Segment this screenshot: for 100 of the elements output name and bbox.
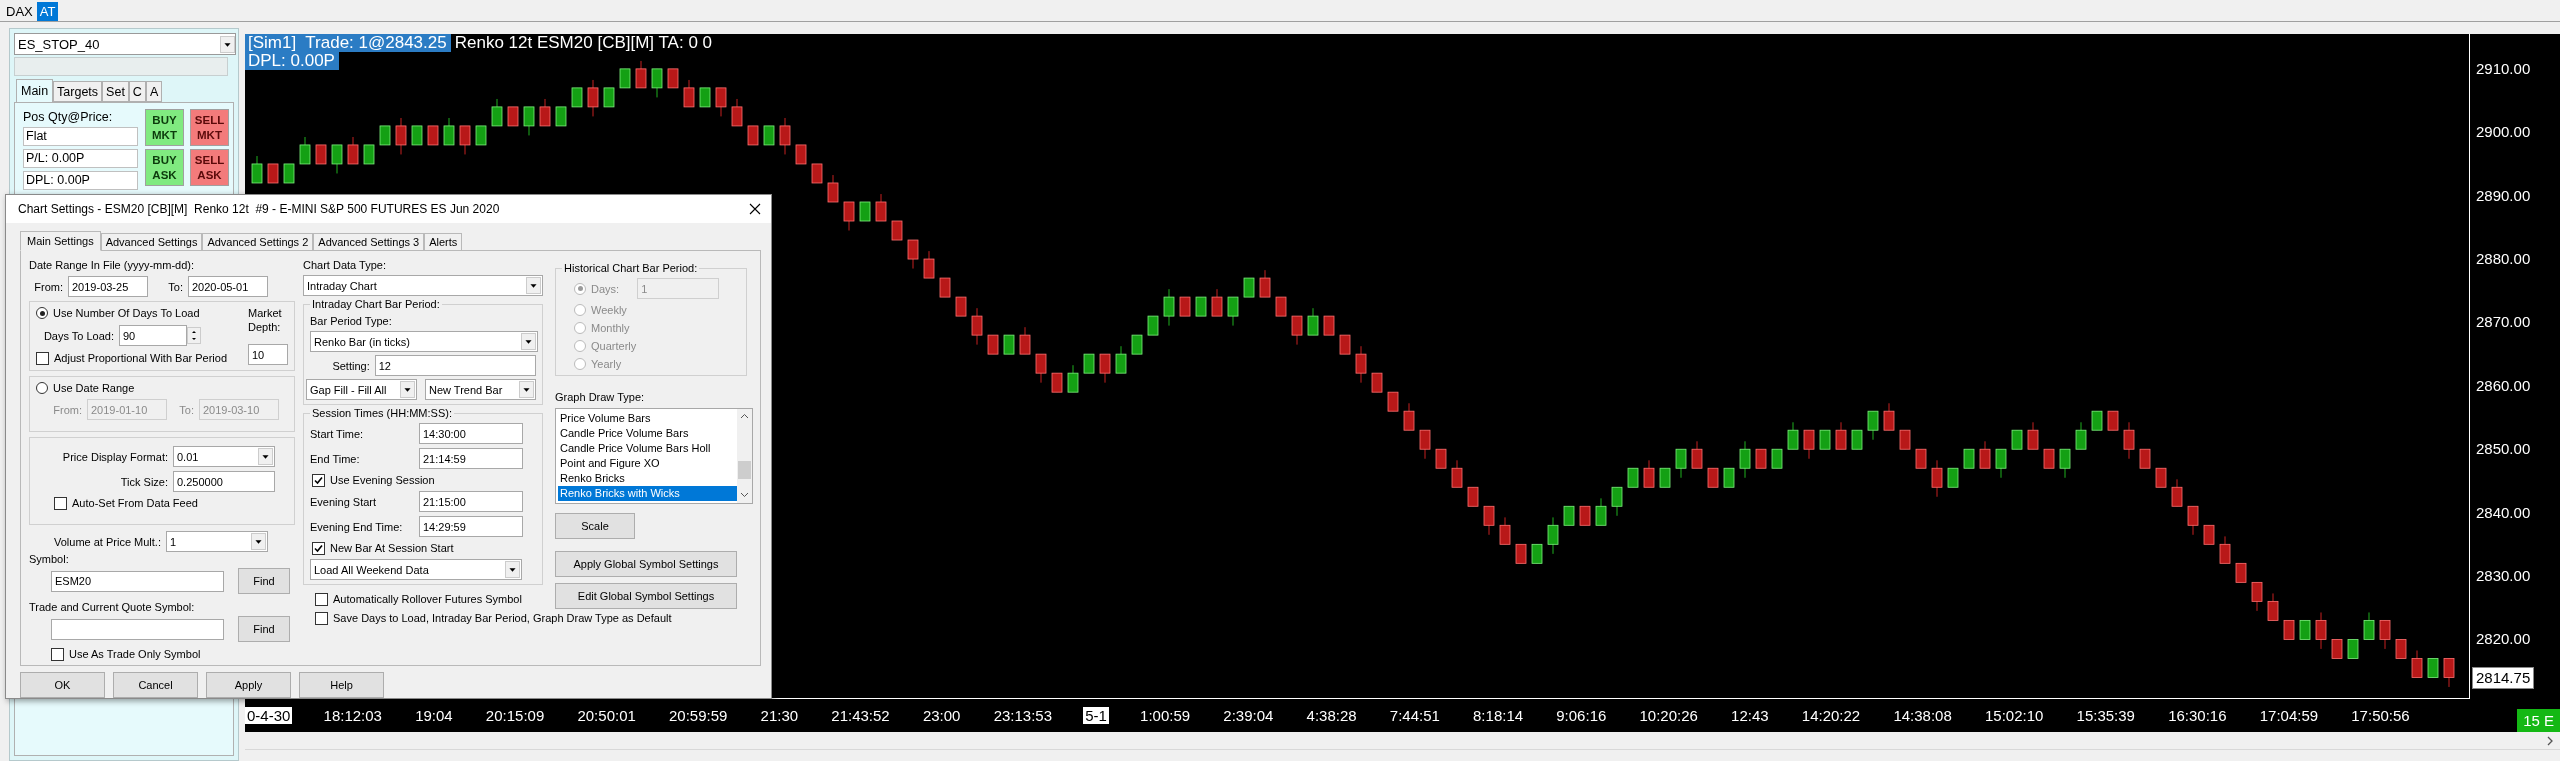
radio-button[interactable] [36,307,48,319]
candle [1259,269,1271,298]
candle [1947,467,1959,488]
field-label: Days To Load: [42,328,114,343]
global-settings-button[interactable]: Apply Global Symbol Settings [555,551,737,577]
time-label: 16:30:16 [2167,707,2228,724]
close-icon[interactable] [749,203,761,215]
spinner-icon[interactable] [187,327,201,344]
candle [427,125,439,146]
buy-button[interactable]: BUY MKT [145,109,184,146]
price-label: 2900.00 [2476,123,2531,142]
find-button[interactable]: Find [238,568,290,594]
radio-label: Use Number Of Days To Load [53,306,200,320]
dropdown[interactable]: Load All Weekend Data [310,559,522,580]
text-field[interactable]: 0.250000 [173,471,275,492]
candle [1163,288,1175,327]
candle [923,250,935,279]
field-label: Evening Start [310,494,378,509]
candle [2379,619,2391,650]
list-item[interactable]: Renko Bricks [558,471,737,486]
panel-tab[interactable]: Set [102,81,129,102]
dropdown[interactable]: 1 [166,531,268,552]
workspace-tab[interactable]: DAX [3,2,36,21]
group-title: Historical Chart Bar Period: [563,262,699,274]
candle [2107,410,2119,431]
list-item[interactable]: Candle Price Volume Bars Holl [558,441,737,456]
dialog-button[interactable]: Cancel [113,672,198,698]
checkbox[interactable] [315,611,328,625]
candle [1579,505,1591,526]
checkbox[interactable] [54,496,67,510]
dropdown[interactable]: 0.01 [173,446,275,467]
sell-button[interactable]: SELL MKT [190,109,229,146]
candle [907,239,919,270]
panel-tab[interactable]: Main [16,79,54,102]
list-item[interactable]: Point and Figure XO [558,456,737,471]
find-button[interactable]: Find [238,616,290,642]
candle [1707,467,1719,488]
settings-tab[interactable]: Advanced Settings [100,233,203,251]
strategy-dropdown[interactable]: ES_STOP_40 [14,33,236,55]
candle [875,193,887,222]
settings-tab[interactable]: Main Settings [20,231,101,251]
text-field[interactable]: 2020-05-01 [188,276,268,297]
candle [763,125,775,146]
text-field[interactable]: 14:29:59 [419,516,523,537]
settings-tab[interactable]: Alerts [424,233,463,251]
checkbox-label: Use As Trade Only Symbol [69,647,201,661]
candle [491,98,503,127]
workspace-tab[interactable]: AT [36,2,59,21]
sell-button[interactable]: SELL ASK [190,149,229,186]
dialog-button[interactable]: Apply [206,672,291,698]
list-box[interactable]: Price Volume Bars Candle Price Volume Bars Candle Price Volume Bars Holl Point and Figure XO Renko Bricks Renko Bricks with Wicks [555,408,753,504]
field-label: From: [33,279,63,294]
dropdown[interactable]: Gap Fill - Fill All [306,379,417,400]
text-field[interactable]: 21:14:59 [419,448,523,469]
text-field[interactable] [51,618,224,640]
candle [2219,535,2231,564]
field-label: Symbol: [29,552,70,566]
checkbox[interactable] [36,351,49,365]
field-label: Volume at Price Mult.: [53,534,161,549]
radio-label: Weekly [591,303,627,317]
text-field[interactable]: 10 [248,344,288,365]
dropdown[interactable]: New Trend Bar [425,379,536,400]
price-label: 2830.00 [2476,567,2531,585]
text-field[interactable]: ESM20 [51,570,224,592]
checkbox[interactable] [312,541,325,555]
text-field[interactable]: 14:30:00 [419,423,523,444]
dropdown[interactable]: Renko Bar (in ticks) [310,331,538,352]
number-field[interactable]: 90 [119,325,187,346]
time-label: 12:43 [1730,707,1770,724]
text-field[interactable]: 12 [374,355,536,376]
text-field[interactable]: 21:15:00 [419,491,523,512]
time-label: 19:04 [414,707,454,724]
candle [1003,334,1015,355]
settings-tab[interactable]: Advanced Settings 2 [202,233,314,251]
dropdown[interactable]: Intraday Chart [303,275,543,296]
panel-tab[interactable]: Targets [53,81,103,102]
time-label: 15:02:10 [1983,707,2045,724]
candle [2155,467,2167,488]
list-item[interactable]: Candle Price Volume Bars [558,426,737,441]
vertical-scrollbar[interactable] [737,409,752,503]
radio-label: Use Date Range [53,381,135,395]
list-item[interactable]: Price Volume Bars [558,411,737,426]
candle [651,68,663,98]
global-settings-button[interactable]: Edit Global Symbol Settings [555,583,737,609]
scale-button[interactable]: Scale [555,513,635,539]
dialog-button[interactable]: Help [299,672,384,698]
field-label: Price Display Format: [61,449,168,464]
dialog-button[interactable]: OK [20,672,105,698]
candle [1387,391,1399,412]
candle [1835,421,1847,450]
checkbox[interactable] [315,592,328,606]
buy-button[interactable]: BUY ASK [145,149,184,186]
scroll-right-icon[interactable] [2546,735,2554,746]
checkbox[interactable] [51,647,64,661]
text-field[interactable]: 2019-03-25 [68,276,148,297]
candle [251,155,263,184]
candle [363,144,375,165]
checkbox[interactable] [312,473,325,487]
settings-tab[interactable]: Advanced Settings 3 [313,233,425,251]
list-item[interactable]: Renko Bricks with Wicks [558,486,737,501]
